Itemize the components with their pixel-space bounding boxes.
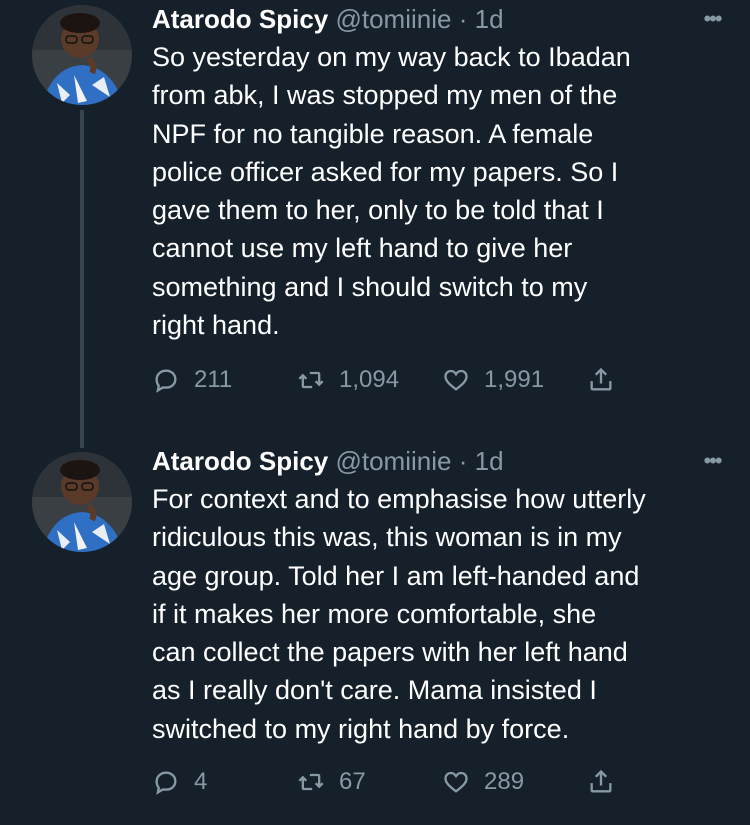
tweet-actions: 4 67 289	[152, 762, 615, 802]
timestamp[interactable]: 1d	[475, 446, 504, 476]
author-name[interactable]: Atarodo Spicy	[152, 446, 328, 476]
share-button[interactable]	[587, 360, 615, 400]
tweet[interactable]: Atarodo Spicy @tomiinie · 1d ••• So yest…	[0, 0, 750, 440]
tweet-content: Atarodo Spicy @tomiinie · 1d ••• For con…	[152, 444, 730, 748]
like-count: 289	[484, 768, 525, 795]
share-button[interactable]	[587, 762, 615, 802]
like-button[interactable]: 1,991	[442, 360, 587, 400]
tweet-text: So yesterday on my way back to Ibadan fr…	[152, 42, 631, 341]
retweet-count: 67	[339, 768, 366, 795]
heart-icon	[444, 369, 468, 391]
more-horizontal-icon[interactable]: •••	[694, 2, 730, 36]
retweet-count: 1,094	[339, 366, 400, 393]
avatar[interactable]	[32, 5, 132, 105]
separator: ·	[458, 4, 468, 34]
separator: ·	[458, 446, 468, 476]
retweet-button[interactable]: 1,094	[297, 360, 442, 400]
author-handle[interactable]: @tomiinie	[335, 446, 451, 476]
tweet-text: For context and to emphasise how utterly…	[152, 484, 646, 744]
reply-count: 211	[194, 366, 233, 393]
reply-count: 4	[194, 768, 208, 795]
reply-button[interactable]: 4	[152, 762, 297, 802]
like-button[interactable]: 289	[442, 762, 587, 802]
author-name[interactable]: Atarodo Spicy	[152, 4, 328, 34]
author-handle[interactable]: @tomiinie	[335, 4, 451, 34]
share-icon	[590, 769, 612, 793]
avatar-image	[32, 452, 132, 552]
tweet-actions: 211 1,094 1,991	[152, 360, 615, 400]
avatar-image	[32, 5, 132, 105]
avatar[interactable]	[32, 452, 132, 552]
tweet[interactable]: Atarodo Spicy @tomiinie · 1d ••• For con…	[0, 440, 750, 825]
more-horizontal-icon[interactable]: •••	[694, 444, 730, 478]
reply-icon	[155, 369, 177, 393]
tweet-content: Atarodo Spicy @tomiinie · 1d ••• So yest…	[152, 2, 730, 344]
reply-button[interactable]: 211	[152, 360, 297, 400]
thread-connector	[80, 440, 84, 448]
share-icon	[590, 367, 612, 391]
like-count: 1,991	[484, 366, 545, 393]
retweet-icon	[298, 773, 324, 791]
reply-icon	[155, 771, 177, 795]
retweet-icon	[298, 371, 324, 389]
tweet-header: Atarodo Spicy @tomiinie · 1d	[152, 444, 730, 478]
timestamp[interactable]: 1d	[475, 4, 504, 34]
heart-icon	[444, 771, 468, 793]
thread-connector	[80, 110, 84, 440]
retweet-button[interactable]: 67	[297, 762, 442, 802]
tweet-header: Atarodo Spicy @tomiinie · 1d	[152, 2, 730, 36]
